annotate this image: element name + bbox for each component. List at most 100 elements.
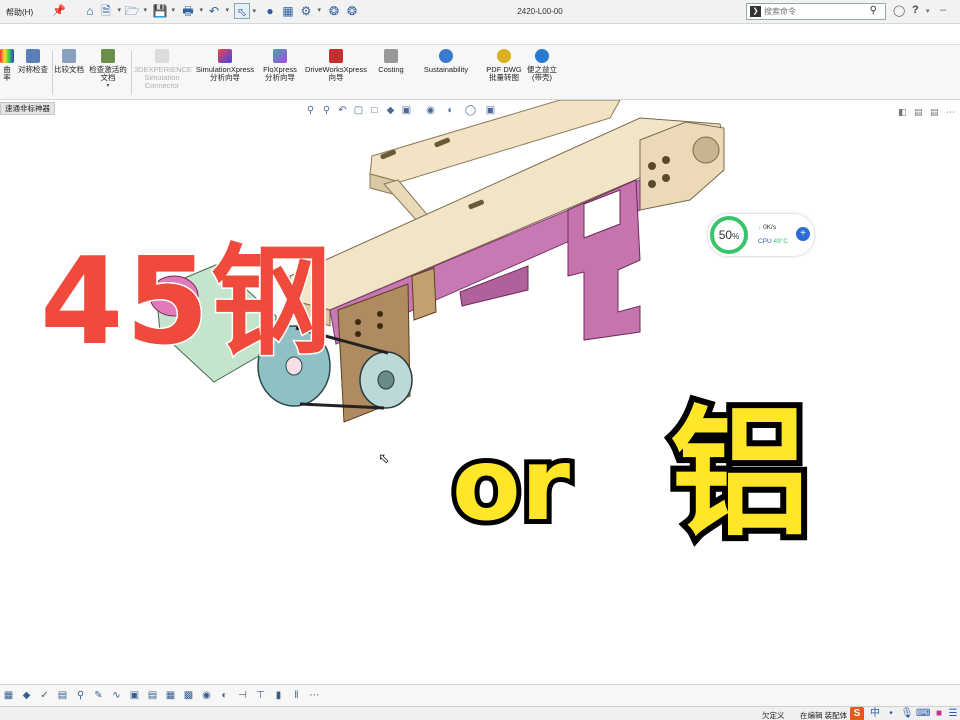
command-search-input[interactable] bbox=[764, 5, 864, 18]
ime-keyboard-icon[interactable]: ⌨ bbox=[916, 707, 930, 720]
simulation-connector-icon bbox=[155, 49, 169, 63]
boost-plus-icon[interactable]: + bbox=[796, 227, 810, 241]
ribbon-label: FloXpress 分析向导 bbox=[263, 65, 297, 82]
driveworksxpress-button[interactable]: DriveWorksXpress 向导 bbox=[302, 49, 370, 82]
caption-aluminum: 铝 bbox=[664, 393, 816, 556]
distance-icon[interactable]: ⊣ bbox=[236, 689, 249, 702]
ribbon-label: 便之益立(带壳) bbox=[527, 65, 557, 82]
costing-icon bbox=[384, 49, 398, 63]
ime-punct-icon[interactable]: • bbox=[884, 707, 898, 720]
check-active-document-button[interactable]: 检查激活的文档 ▾ bbox=[88, 49, 128, 90]
bolt-hole bbox=[377, 323, 383, 329]
addin2-icon[interactable]: ❂ bbox=[344, 3, 360, 19]
bolt-hole bbox=[355, 331, 361, 337]
simulation-connector-button[interactable]: 3DEXPERIENCE Simulation Connector bbox=[134, 49, 192, 90]
sustainability-button[interactable]: Sustainability bbox=[418, 49, 474, 74]
ribbon-toolbar: 曲率 对称检查 比较文档 检查激活的文档 ▾ 3DEXPERIENCE Simu… bbox=[0, 44, 960, 100]
download-arrow-icon: ↓ bbox=[758, 224, 762, 231]
motion-icon[interactable]: ◉ bbox=[200, 689, 213, 702]
bolt-hole bbox=[662, 156, 670, 164]
explode-icon[interactable]: ▩ bbox=[182, 689, 195, 702]
curvature-button[interactable]: 曲率 bbox=[0, 49, 14, 82]
mate-icon[interactable]: ▦ bbox=[2, 689, 15, 702]
search-icon[interactable]: ⚲ bbox=[870, 5, 877, 16]
check-icon[interactable]: ✓ bbox=[38, 689, 51, 702]
cpu-temp: CPU 49°C bbox=[758, 238, 788, 245]
conveyor-model[interactable] bbox=[0, 100, 960, 672]
smart-dimension-icon[interactable]: ◆ bbox=[20, 689, 33, 702]
new-file-icon[interactable]: 🗎 bbox=[98, 3, 121, 19]
ribbon-label: 曲率 bbox=[3, 65, 11, 82]
compare-documents-button[interactable]: 比较文档 bbox=[54, 49, 84, 74]
pin-icon[interactable]: 📌 bbox=[52, 4, 66, 18]
cpu-monitor-widget[interactable]: 50% ↓ 0K/s CPU 49°C + bbox=[708, 214, 814, 256]
align-icon[interactable]: ▤ bbox=[146, 689, 159, 702]
curvature-icon bbox=[0, 49, 14, 63]
ribbon-divider bbox=[52, 51, 53, 95]
open-folder-icon[interactable]: 🗁 bbox=[124, 3, 147, 19]
help-dropdown-icon[interactable]: ▾ bbox=[926, 7, 930, 15]
title-bar: 帮助(H) 📌 ⌂ 🗎 🗁 💾 🖶 ↶ ⬁ ● ▦ ⚙ ❂ ❂ 2420-L00… bbox=[0, 0, 960, 24]
bianzhiyi-button[interactable]: 便之益立(带壳) bbox=[524, 49, 560, 82]
bianzhiyi-icon bbox=[535, 49, 549, 63]
chevron-down-icon[interactable]: ▾ bbox=[88, 82, 128, 90]
status-bar: 欠定义 在编辑 装配体 S 中 • 🎙 ⌨ ■ ☰ bbox=[0, 706, 960, 720]
file-properties-icon[interactable]: ▦ bbox=[280, 3, 296, 19]
costing-button[interactable]: Costing bbox=[372, 49, 410, 74]
floxpress-button[interactable]: FloXpress 分析向导 bbox=[260, 49, 300, 82]
split-icon[interactable]: ‖ bbox=[290, 689, 303, 702]
minimize-icon[interactable]: – bbox=[940, 4, 946, 16]
menu-help[interactable]: 帮助(H) bbox=[6, 7, 33, 18]
simulationxpress-button[interactable]: SimulationXpress 分析向导 bbox=[192, 49, 258, 82]
status-editing: 在编辑 装配体 bbox=[800, 711, 848, 720]
bolt-hole bbox=[648, 180, 656, 188]
addin-icon[interactable]: ❂ bbox=[326, 3, 342, 19]
caption-45-steel: 45钢 bbox=[39, 233, 333, 372]
markup-icon[interactable]: ✎ bbox=[92, 689, 105, 702]
pdf-dwg-batch-button[interactable]: PDF DWG 批量转图 bbox=[486, 49, 522, 82]
ime-skin-icon[interactable]: ■ bbox=[932, 707, 946, 720]
component-icon[interactable]: ▦ bbox=[164, 689, 177, 702]
bolt-hole bbox=[377, 311, 383, 317]
options-gear-icon[interactable]: ⚙ bbox=[298, 3, 321, 19]
symmetry-check-button[interactable]: 对称检查 bbox=[18, 49, 48, 74]
measure-icon[interactable]: ⚲ bbox=[74, 689, 87, 702]
cpu-usage-ring: 50% bbox=[710, 216, 748, 254]
bottom-toolbar: ▦ ◆ ✓ ▤ ⚲ ✎ ∿ ▣ ▤ ▦ ▩ ◉ ◐ ⊣ ⊤ ▮ ‖ ⋯ bbox=[0, 684, 960, 706]
cpu-temp-value: 49°C bbox=[773, 238, 789, 245]
ribbon-label: Sustainability bbox=[423, 65, 469, 74]
ruler-icon[interactable]: ▮ bbox=[272, 689, 285, 702]
pattern-icon[interactable]: ⋯ bbox=[308, 689, 321, 702]
mouse-cursor-icon: ⬁ bbox=[378, 450, 390, 466]
tension-plate bbox=[411, 267, 437, 321]
ribbon-label: 对称检查 bbox=[18, 65, 48, 74]
select-pointer-icon[interactable]: ⬁ bbox=[234, 3, 256, 20]
end-pulley-hole bbox=[692, 136, 720, 164]
rebuild-icon[interactable]: ● bbox=[262, 3, 278, 19]
ribbon-label: PDF DWG 批量转图 bbox=[486, 65, 522, 82]
ime-mic-icon[interactable]: 🎙 bbox=[900, 707, 914, 720]
table-icon[interactable]: ▤ bbox=[56, 689, 69, 702]
offset-icon[interactable]: ⊤ bbox=[254, 689, 267, 702]
help-question-icon[interactable]: ? bbox=[912, 4, 919, 16]
compare-icon bbox=[62, 49, 76, 63]
ribbon-label: 检查激活的文档 bbox=[89, 65, 127, 82]
ime-language[interactable]: 中 bbox=[868, 707, 882, 720]
driven-pulley-hub bbox=[377, 370, 395, 390]
simulationxpress-icon bbox=[218, 49, 232, 63]
ribbon-label: SimulationXpress 分析向导 bbox=[195, 65, 255, 82]
print-icon[interactable]: 🖶 bbox=[180, 3, 203, 19]
assembly-icon[interactable]: ▣ bbox=[128, 689, 141, 702]
bolt-hole bbox=[662, 174, 670, 182]
home-icon[interactable]: ⌂ bbox=[82, 3, 98, 19]
undo-icon[interactable]: ↶ bbox=[206, 3, 229, 19]
graphics-viewport[interactable]: 45钢 or 铝 bbox=[0, 100, 960, 672]
save-icon[interactable]: 💾 bbox=[152, 3, 175, 19]
user-icon[interactable]: ◯ bbox=[893, 4, 905, 17]
sogou-ime-icon[interactable]: S bbox=[850, 707, 864, 720]
ime-menu-icon[interactable]: ☰ bbox=[946, 707, 960, 720]
camera-icon[interactable]: ◐ bbox=[218, 689, 231, 702]
curve-icon[interactable]: ∿ bbox=[110, 689, 123, 702]
driveworks-icon bbox=[329, 49, 343, 63]
command-search-box[interactable]: ❯ ⚲ bbox=[746, 3, 886, 20]
